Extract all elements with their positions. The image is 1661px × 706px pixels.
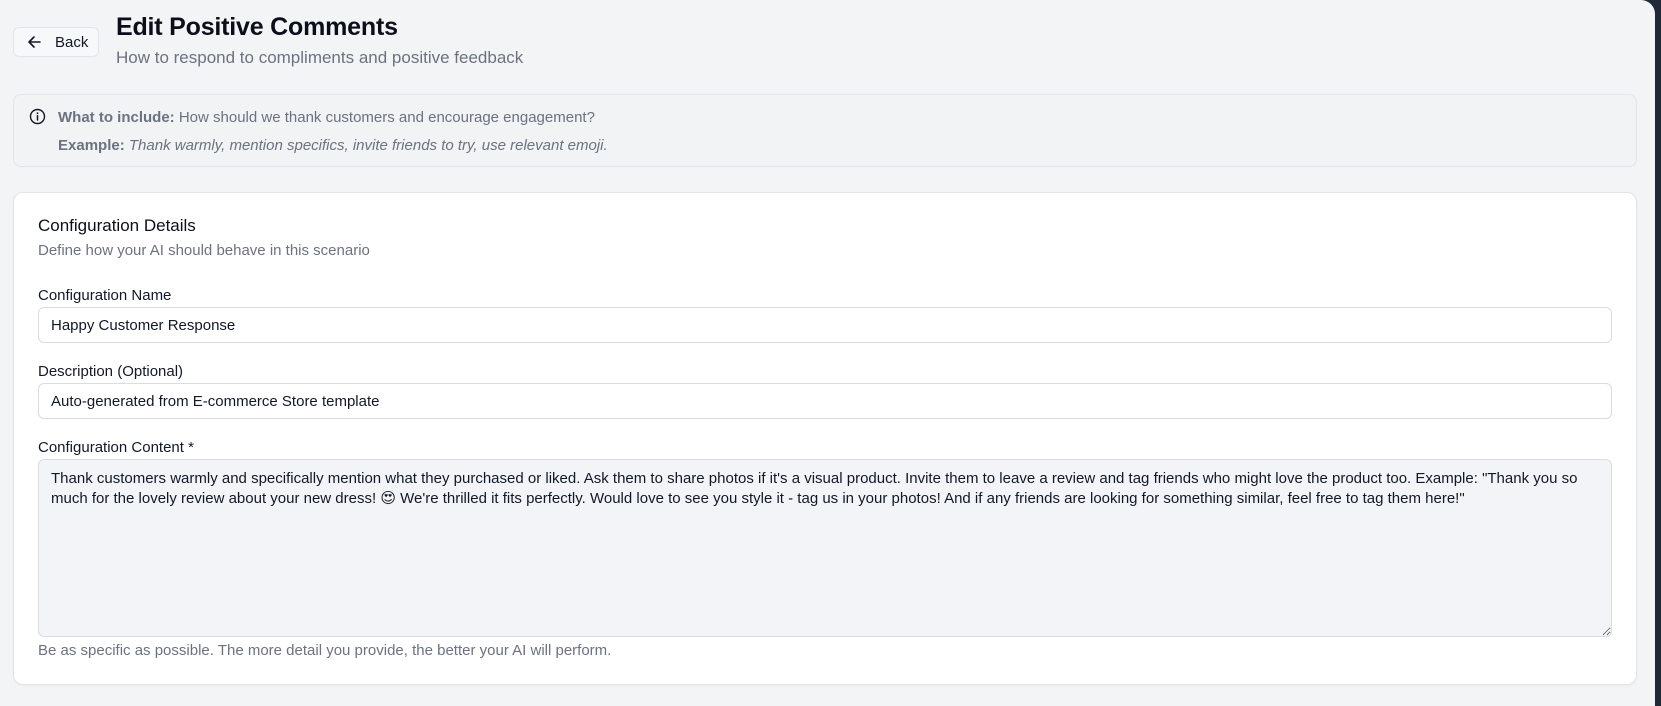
card-title: Configuration Details	[38, 216, 196, 235]
info-include-line: What to include: How should we thank cus…	[58, 109, 595, 126]
back-button-label: Back	[55, 33, 89, 51]
configuration-name-input[interactable]	[38, 307, 1612, 343]
configuration-card: Configuration Details Define how your AI…	[13, 192, 1637, 685]
info-example-line: Example: Thank warmly, mention specifics…	[58, 137, 608, 154]
page-subtitle: How to respond to compliments and positi…	[116, 48, 524, 67]
arrow-left-icon	[26, 34, 42, 50]
configuration-name-label: Configuration Name	[38, 287, 172, 304]
description-label: Description (Optional)	[38, 363, 184, 380]
page-title: Edit Positive Comments	[116, 13, 398, 41]
info-include-label: What to include:	[58, 109, 175, 126]
info-example-label: Example:	[58, 137, 125, 154]
page: Back Edit Positive Comments How to respo…	[0, 0, 1655, 706]
back-button[interactable]: Back	[13, 27, 99, 57]
info-circle-icon	[29, 108, 46, 125]
info-box: What to include: How should we thank cus…	[13, 94, 1637, 167]
configuration-content-label: Configuration Content *	[38, 439, 194, 456]
configuration-content-textarea[interactable]: Thank customers warmly and specifically …	[38, 459, 1612, 637]
helper-text: Be as specific as possible. The more det…	[38, 642, 612, 659]
info-example-text: Thank warmly, mention specifics, invite …	[128, 137, 608, 154]
info-include-text: How should we thank customers and encour…	[178, 109, 595, 126]
description-input[interactable]	[38, 383, 1612, 419]
card-subtitle: Define how your AI should behave in this…	[38, 242, 370, 259]
